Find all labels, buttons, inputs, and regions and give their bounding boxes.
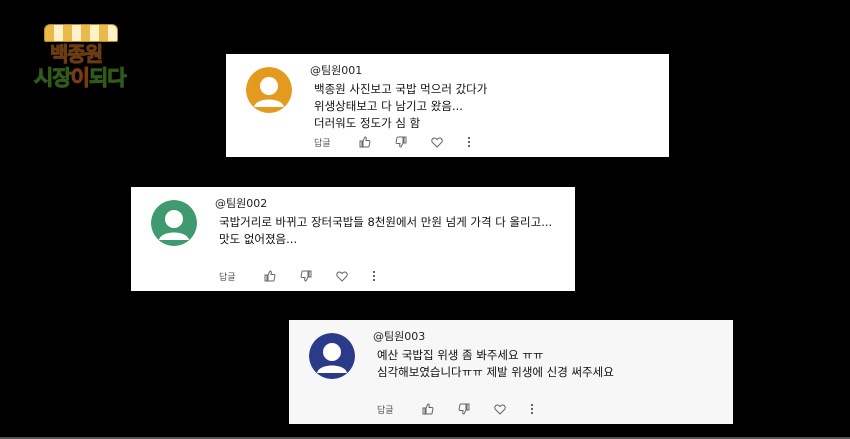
comment-text: 예산 국밥집 위생 좀 봐주세요 ㅠㅠ 심각해보였습니다ㅠㅠ 제발 위생에 신경…	[377, 348, 614, 379]
heart-icon[interactable]	[336, 269, 372, 283]
comment-author[interactable]: @팀원001	[310, 62, 362, 78]
comment-actions: 답글	[219, 269, 408, 283]
comment-card: @팀원002 국밥거리로 바뀌고 장터국밥들 8천원에서 만원 넘게 가격 다 …	[131, 187, 575, 291]
video-frame: 백종원 시장이되다 @팀원001 백종원 사진보고 국밥 먹으러 갔다가 위생상…	[0, 0, 850, 439]
heart-icon[interactable]	[494, 402, 530, 416]
more-vertical-icon[interactable]	[467, 135, 503, 149]
reply-button[interactable]: 답글	[219, 270, 264, 283]
user-avatar-icon	[151, 200, 197, 246]
reply-button[interactable]: 답글	[377, 403, 422, 416]
thumbs-up-icon[interactable]	[422, 402, 458, 416]
thumbs-up-icon[interactable]	[359, 135, 395, 149]
more-vertical-icon[interactable]	[530, 402, 566, 416]
logo-line2: 시장이되다	[34, 66, 128, 91]
more-vertical-icon[interactable]	[372, 269, 408, 283]
avatar[interactable]	[309, 333, 355, 379]
comment-actions: 답글	[314, 135, 503, 149]
thumbs-up-icon[interactable]	[264, 269, 300, 283]
user-avatar-icon	[246, 67, 292, 113]
show-logo: 백종원 시장이되다	[30, 24, 130, 96]
thumbs-down-icon[interactable]	[458, 402, 494, 416]
comment-text: 백종원 사진보고 국밥 먹으러 갔다가 위생상태보고 다 남기고 왔음... 더…	[314, 82, 488, 130]
user-avatar-icon	[309, 333, 355, 379]
thumbs-down-icon[interactable]	[395, 135, 431, 149]
thumbs-down-icon[interactable]	[300, 269, 336, 283]
comment-text: 국밥거리로 바뀌고 장터국밥들 8천원에서 만원 넘게 가격 다 올리고... …	[219, 215, 553, 246]
comment-actions: 답글	[377, 402, 566, 416]
comment-author[interactable]: @팀원002	[215, 195, 267, 211]
comment-card: @팀원001 백종원 사진보고 국밥 먹으러 갔다가 위생상태보고 다 남기고 …	[226, 54, 669, 157]
avatar[interactable]	[151, 200, 197, 246]
avatar[interactable]	[246, 67, 292, 113]
comment-author[interactable]: @팀원003	[373, 328, 425, 344]
heart-icon[interactable]	[431, 135, 467, 149]
comment-card: @팀원003 예산 국밥집 위생 좀 봐주세요 ㅠㅠ 심각해보였습니다ㅠㅠ 제발…	[289, 320, 733, 424]
reply-button[interactable]: 답글	[314, 136, 359, 149]
